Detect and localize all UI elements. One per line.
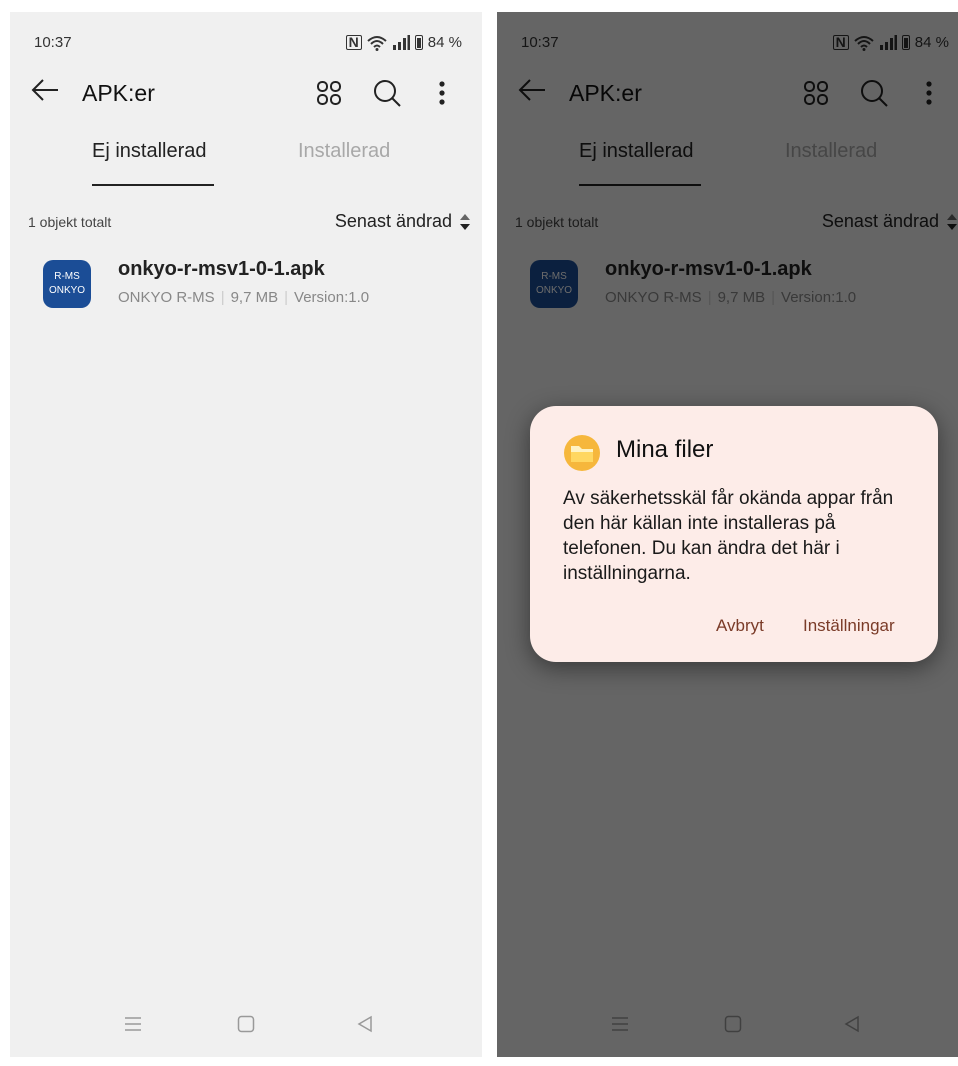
file-app-name: ONKYO R-MS <box>118 289 215 306</box>
search-icon[interactable] <box>372 78 402 108</box>
tab-indicator <box>92 184 214 186</box>
dialog-message: Av säkerhetsskäl får okända appar från d… <box>563 488 894 584</box>
wifi-icon <box>367 35 387 51</box>
list-item[interactable]: R-MS ONKYO onkyo-r-msv1-0-1.apk ONKYO R-… <box>10 256 482 316</box>
status-time: 10:37 <box>34 34 72 51</box>
more-options-icon[interactable] <box>438 80 446 106</box>
grid-view-icon[interactable] <box>316 80 342 106</box>
file-version: Version:1.0 <box>294 289 370 306</box>
dialog-title: Mina filer <box>616 436 714 463</box>
app-icon: R-MS ONKYO <box>43 260 91 308</box>
app-bar: APK:er <box>10 74 482 114</box>
tab-bar: Ej installerad Installerad <box>10 140 482 190</box>
back-arrow-icon[interactable] <box>30 78 60 102</box>
navigation-bar <box>10 997 482 1057</box>
settings-button[interactable]: Inställningar <box>803 616 895 636</box>
folder-icon <box>564 435 600 471</box>
page-title: APK:er <box>82 80 155 106</box>
status-bar: 10:37 N 84 % <box>10 34 482 54</box>
signal-icon <box>392 35 410 50</box>
sort-button[interactable]: Senast ändrad <box>335 211 470 232</box>
phone-screen-right: 10:37 N 84 % APK:er Ej installerad Insta… <box>497 12 958 1057</box>
app-icon-text-bottom: ONKYO <box>48 285 86 296</box>
nav-back-icon[interactable] <box>356 1015 374 1033</box>
file-size: 9,7 MB <box>230 289 279 306</box>
home-icon[interactable] <box>237 1015 255 1033</box>
phone-screen-left: 10:37 N 84 % APK:er Ej installerad Insta… <box>10 12 482 1057</box>
security-dialog: Mina filer Av säkerhetsskäl får okända a… <box>530 406 938 662</box>
sort-label: Senast ändrad <box>334 211 452 231</box>
recent-apps-icon[interactable] <box>124 1015 142 1033</box>
nfc-icon: N <box>345 35 362 50</box>
status-icons: N 84 % <box>345 34 462 51</box>
battery-percent: 84 % <box>427 34 462 51</box>
tab-not-installed[interactable]: Ej installerad <box>92 140 207 163</box>
file-name: onkyo-r-msv1-0-1.apk <box>118 258 325 280</box>
file-meta: ONKYO R-MS|9,7 MB|Version:1.0 <box>118 289 370 306</box>
app-icon-text-top: R-MS <box>54 271 80 282</box>
sort-arrows-icon <box>460 213 470 230</box>
item-count: 1 objekt totalt <box>28 214 112 230</box>
cancel-button[interactable]: Avbryt <box>716 616 764 636</box>
tab-installed[interactable]: Installerad <box>298 140 390 163</box>
battery-icon <box>414 35 423 50</box>
